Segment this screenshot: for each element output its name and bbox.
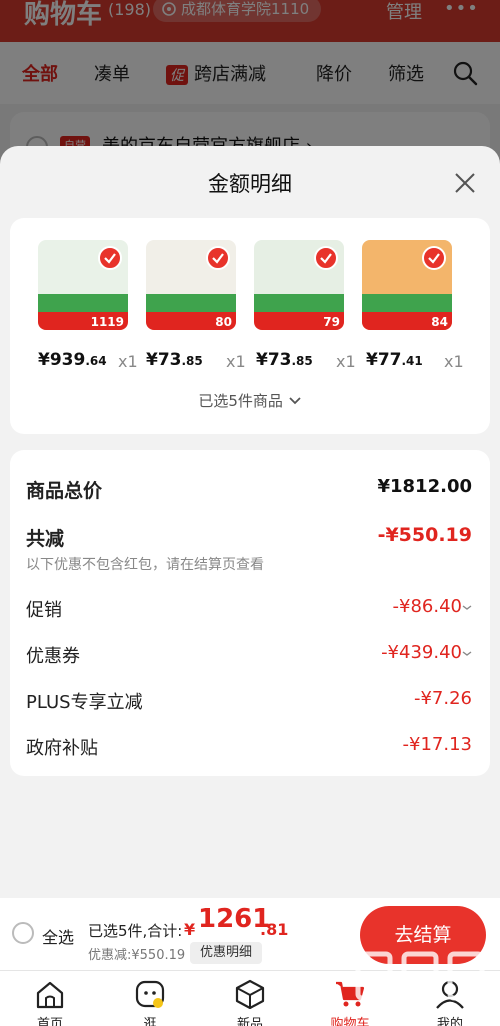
- total-currency: ¥: [184, 920, 196, 939]
- product-price: ¥77.41: [366, 350, 423, 370]
- coupon-row[interactable]: -¥439.40: [381, 642, 472, 663]
- tab-new[interactable]: 新品: [200, 971, 300, 1026]
- new-products-icon: [235, 979, 265, 1009]
- product-list-card: 1119 ¥939.64 x1 80 ¥73.85 x1 79 ¥73.85 x1 84 ¥77.4…: [10, 218, 490, 434]
- checked-icon: [206, 246, 230, 270]
- product-price: ¥73.85: [256, 350, 313, 370]
- total-label: 商品总价: [26, 480, 103, 502]
- home-icon: [36, 981, 64, 1009]
- summary-label: 已选5件,合计:: [88, 922, 183, 940]
- product-thumbnail[interactable]: 1119: [38, 240, 128, 330]
- promo-value: -¥86.40: [392, 596, 462, 617]
- tab-home[interactable]: 首页: [0, 971, 100, 1026]
- tab-new-label: 新品: [236, 1017, 263, 1026]
- promo-band: [38, 294, 128, 312]
- chevron-down-icon: [289, 397, 301, 405]
- price-decimal: .64: [85, 354, 107, 368]
- product-thumbnail[interactable]: 84: [362, 240, 452, 330]
- product-badge: 80: [215, 315, 232, 329]
- checked-icon: [314, 246, 338, 270]
- checked-icon: [98, 246, 122, 270]
- product-badge: 84: [431, 315, 448, 329]
- promo-band: [362, 294, 452, 312]
- price-decimal: .85: [291, 354, 313, 368]
- tab-stroll-label: 逛: [143, 1017, 157, 1026]
- gov-subsidy-label: 政府补贴: [26, 738, 98, 759]
- total-amount-dec: .81: [260, 920, 289, 939]
- close-icon[interactable]: [452, 170, 478, 196]
- price-integer: ¥939: [38, 350, 86, 370]
- total-value: ¥1812.00: [377, 476, 472, 497]
- price-integer: ¥73: [146, 350, 182, 370]
- stroll-icon: [135, 980, 165, 1008]
- sheet-title: 金额明细: [208, 172, 292, 196]
- discount-note: 以下优惠不包含红包，请在结算页查看: [26, 557, 264, 573]
- selected-items-toggle[interactable]: 已选5件商品: [10, 390, 490, 411]
- plus-value: -¥7.26: [413, 688, 472, 709]
- product-price: ¥73.85: [146, 350, 203, 370]
- amount-detail-sheet: 金额明细 1119 ¥939.64 x1 80 ¥73.85 x1 79 ¥73.85 x1 84…: [0, 146, 500, 1026]
- chevron-down-icon: [462, 605, 472, 610]
- plus-label: PLUS专享立减: [26, 692, 143, 713]
- coupon-value: -¥439.40: [381, 642, 462, 663]
- reduce-label: 共减: [26, 528, 65, 550]
- tab-home-label: 首页: [36, 1017, 63, 1026]
- price-integer: ¥77: [366, 350, 402, 370]
- coupon-label: 优惠券: [26, 646, 80, 667]
- selected-items-label: 已选5件商品: [198, 392, 283, 410]
- price-decimal: .85: [181, 354, 203, 368]
- price-integer: ¥73: [256, 350, 292, 370]
- price-decimal: .41: [401, 354, 423, 368]
- gov-subsidy-value: -¥17.13: [402, 734, 472, 755]
- discount-total: 优惠减:¥550.19: [88, 948, 186, 963]
- product-thumbnail[interactable]: 79: [254, 240, 344, 330]
- promo-row[interactable]: -¥86.40: [393, 596, 472, 617]
- reduce-value: -¥550.19: [377, 524, 472, 546]
- watermark-text: zhizhizhi.com: [370, 1004, 458, 1018]
- select-all-checkbox[interactable]: [12, 922, 34, 944]
- product-thumbnail[interactable]: 80: [146, 240, 236, 330]
- tab-stroll[interactable]: 逛: [100, 971, 200, 1026]
- product-quantity: x1: [226, 352, 246, 371]
- chevron-down-icon: [462, 651, 472, 656]
- product-quantity: x1: [336, 352, 356, 371]
- checked-icon: [422, 246, 446, 270]
- product-quantity: x1: [118, 352, 138, 371]
- product-badge: 1119: [90, 315, 124, 329]
- promo-band: [254, 294, 344, 312]
- product-quantity: x1: [444, 352, 464, 371]
- price-detail-card: 商品总价 ¥1812.00 共减 -¥550.19 以下优惠不包含红包，请在结算…: [10, 450, 490, 776]
- promo-band: [146, 294, 236, 312]
- select-all-label[interactable]: 全选: [42, 924, 74, 948]
- product-price: ¥939.64: [38, 350, 107, 370]
- discount-detail-button[interactable]: 优惠明细: [190, 942, 263, 964]
- product-badge: 79: [323, 315, 340, 329]
- promo-label: 促销: [26, 600, 62, 621]
